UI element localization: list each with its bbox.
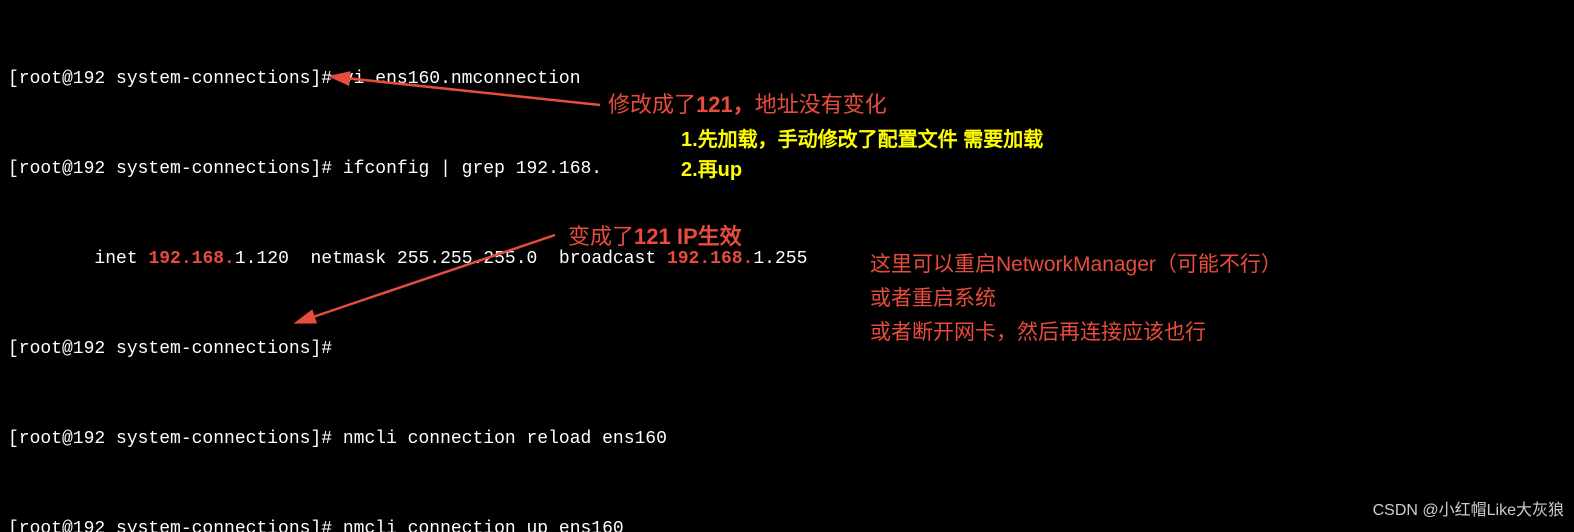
- prompt: [root@192 system-connections]#: [8, 519, 343, 532]
- annotation-restart: 这里可以重启NetworkManager（可能不行） 或者重启系统 或者断开网卡…: [870, 248, 1282, 350]
- prompt: [root@192 system-connections]#: [8, 159, 343, 179]
- command: nmcli connection up ens160: [343, 519, 624, 532]
- prompt: [root@192 system-connections]#: [8, 339, 343, 359]
- command: nmcli connection reload ens160: [343, 429, 667, 449]
- command: vi ens160.nmconnection: [343, 69, 581, 89]
- ip-highlight: 192.168.: [148, 249, 234, 269]
- annotation-step1: 1.先加载，手动修改了配置文件 需要加载: [681, 125, 1043, 155]
- annotation-became-121: 变成了121 IP生效: [568, 222, 742, 252]
- annotation-step2: 2.再up: [681, 155, 742, 185]
- command: ifconfig | grep 192.168.: [343, 159, 602, 179]
- terminal-output: [root@192 system-connections]# vi ens160…: [0, 0, 1574, 532]
- bcast-highlight: 192.168.: [667, 249, 753, 269]
- annotation-changed-121: 修改成了121，地址没有变化: [608, 90, 887, 120]
- prompt: [root@192 system-connections]#: [8, 69, 343, 89]
- watermark: CSDN @小红帽Like大灰狼: [1373, 496, 1564, 526]
- prompt: [root@192 system-connections]#: [8, 429, 343, 449]
- output-line: inet 192.168.1.120 netmask 255.255.255.0…: [8, 244, 1566, 274]
